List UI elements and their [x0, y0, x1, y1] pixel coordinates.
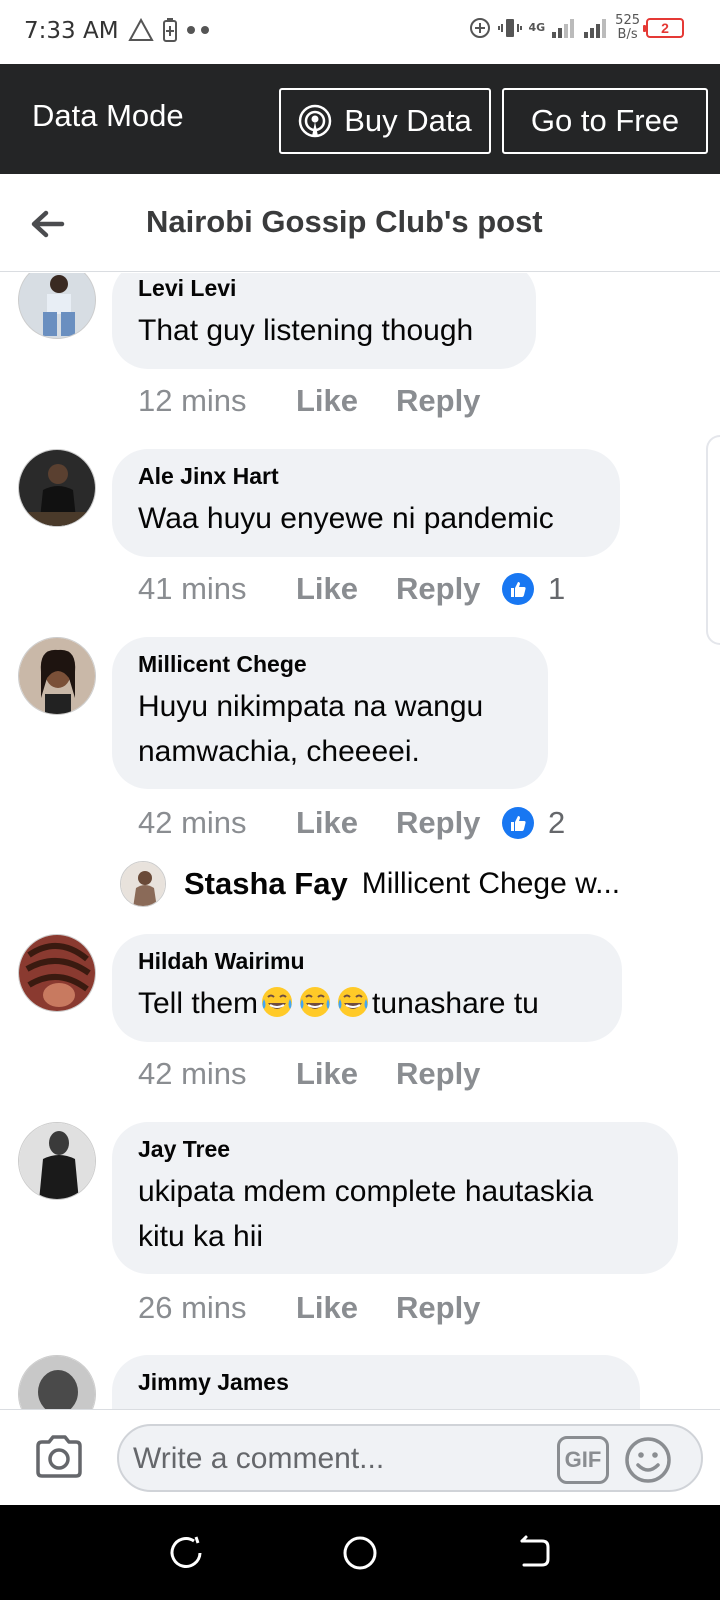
warning-triangle-icon — [128, 18, 154, 41]
comment-time[interactable]: 12 mins — [138, 383, 296, 419]
comment-text: Waa huyu enyewe ni pandemic — [138, 502, 554, 535]
battery-icon: 2 — [643, 18, 684, 38]
face-with-tears-of-joy-icon — [338, 987, 369, 1017]
reply-button[interactable]: Reply — [396, 571, 502, 607]
like-button[interactable]: Like — [296, 571, 396, 607]
comment-time[interactable]: 42 mins — [138, 805, 296, 841]
reaction-count-value: 1 — [548, 571, 566, 606]
page-title: Nairobi Gossip Club's post — [146, 204, 543, 239]
like-button[interactable]: Like — [296, 1290, 396, 1326]
comment-actions: 12 mins Like Reply — [138, 383, 502, 419]
data-saver-icon — [470, 18, 491, 38]
reply-author: Stasha Fay — [184, 866, 348, 901]
reply-button[interactable]: Reply — [396, 1290, 502, 1326]
avatar[interactable] — [18, 273, 96, 339]
avatar — [120, 861, 166, 907]
comment-text: That guy listening though — [138, 314, 474, 347]
comment-bubble[interactable]: Jimmy James — [112, 1355, 640, 1409]
comment-text-line-1: ukipata mdem complete hautaskia — [138, 1175, 594, 1208]
comment-author[interactable]: Jay Tree — [138, 1136, 652, 1163]
gif-icon[interactable]: GIF — [557, 1436, 609, 1484]
reply-button[interactable]: Reply — [396, 805, 502, 841]
recent-apps-icon[interactable] — [164, 1531, 208, 1575]
comment-author[interactable]: Levi Levi — [138, 275, 510, 302]
comment-author[interactable]: Ale Jinx Hart — [138, 463, 594, 490]
thumbs-up-icon — [502, 807, 534, 839]
battery-saver-icon — [163, 18, 177, 42]
go-to-free-button[interactable]: Go to Free — [502, 88, 708, 154]
system-nav-bar — [0, 1505, 720, 1600]
reply-text: Millicent Chege w... — [361, 867, 621, 900]
buy-data-button[interactable]: Buy Data — [279, 88, 491, 154]
status-bar: 7:33 AM 4G 525 B/s 2 — [0, 0, 720, 64]
face-with-tears-of-joy-icon — [262, 987, 293, 1017]
status-time: 7:33 AM — [24, 18, 119, 44]
comment-text-line-2: namwachia, cheeeei. — [138, 735, 420, 768]
post-header: Nairobi Gossip Club's post — [0, 174, 720, 272]
reaction-count[interactable]: 1 — [502, 571, 565, 607]
comment-time[interactable]: 26 mins — [138, 1290, 296, 1326]
comment-author[interactable]: Jimmy James — [138, 1369, 614, 1396]
status-right-icons: 4G 525 B/s 2 — [468, 14, 684, 42]
comment-text-line-2: kitu ka hii — [138, 1220, 264, 1253]
comment-author[interactable]: Hildah Wairimu — [138, 948, 596, 975]
arrow-left-icon[interactable] — [28, 204, 68, 244]
comment-actions: 42 mins Like Reply 2 — [138, 805, 565, 841]
buy-data-label: Buy Data — [344, 103, 472, 138]
avatar[interactable] — [18, 449, 96, 527]
comment-bubble[interactable]: Levi Levi That guy listening though — [112, 273, 536, 369]
side-panel-handle[interactable] — [706, 435, 720, 645]
signal-strength-icon — [552, 19, 575, 38]
reaction-count[interactable]: 2 — [502, 805, 565, 841]
comment-bubble[interactable]: Ale Jinx Hart Waa huyu enyewe ni pandemi… — [112, 449, 620, 557]
broadcast-icon — [298, 104, 332, 138]
data-mode-title: Data Mode — [32, 98, 184, 133]
comment-input-placeholder: Write a comment... — [133, 1442, 385, 1475]
like-button[interactable]: Like — [296, 805, 396, 841]
comment-text: Tell them tunashare tu — [138, 981, 596, 1026]
more-dots-icon — [187, 26, 209, 34]
comment-author[interactable]: Millicent Chege — [138, 651, 522, 678]
reply-preview[interactable]: Stasha Fay Millicent Chege w... — [120, 861, 620, 907]
face-with-tears-of-joy-icon — [300, 987, 331, 1017]
comments-list[interactable]: Levi Levi That guy listening though 12 m… — [0, 273, 720, 1409]
smiley-icon[interactable] — [623, 1435, 673, 1485]
go-to-free-label: Go to Free — [530, 103, 680, 138]
comment-actions: 26 mins Like Reply — [138, 1290, 502, 1326]
comment-text-end: tunashare tu — [372, 987, 539, 1020]
signal-strength-2-icon — [584, 19, 607, 38]
network-speed-unit: B/s — [617, 27, 638, 42]
comment-actions: 42 mins Like Reply — [138, 1056, 502, 1092]
network-speed: 525 B/s — [615, 14, 640, 42]
comment-time[interactable]: 41 mins — [138, 571, 296, 607]
avatar[interactable] — [18, 1355, 96, 1409]
like-button[interactable]: Like — [296, 1056, 396, 1092]
network-speed-value: 525 — [615, 13, 640, 28]
data-mode-bar: Data Mode Buy Data Go to Free — [0, 64, 720, 174]
comment-time[interactable]: 42 mins — [138, 1056, 296, 1092]
avatar[interactable] — [18, 637, 96, 715]
camera-icon[interactable] — [34, 1434, 84, 1480]
vibrate-icon — [498, 19, 523, 37]
comment-composer: Write a comment... GIF — [0, 1409, 720, 1505]
comment-input[interactable]: Write a comment... GIF — [117, 1424, 703, 1492]
status-left-icons — [128, 17, 212, 43]
network-type: 4G — [528, 21, 546, 34]
reply-button[interactable]: Reply — [396, 383, 502, 419]
home-icon[interactable] — [338, 1531, 382, 1575]
comment-bubble[interactable]: Jay Tree ukipata mdem complete hautaskia… — [112, 1122, 678, 1274]
comment-text-line-1: Huyu nikimpata na wangu — [138, 690, 484, 723]
comment-actions: 41 mins Like Reply 1 — [138, 571, 565, 607]
comment-text-start: Tell them — [138, 987, 259, 1020]
like-button[interactable]: Like — [296, 383, 396, 419]
back-icon[interactable] — [512, 1531, 556, 1575]
comment-bubble[interactable]: Millicent Chege Huyu nikimpata na wangu … — [112, 637, 548, 789]
thumbs-up-icon — [502, 573, 534, 605]
avatar[interactable] — [18, 934, 96, 1012]
reply-button[interactable]: Reply — [396, 1056, 502, 1092]
reaction-count-value: 2 — [548, 805, 566, 840]
avatar[interactable] — [18, 1122, 96, 1200]
comment-bubble[interactable]: Hildah Wairimu Tell them tunashare tu — [112, 934, 622, 1042]
